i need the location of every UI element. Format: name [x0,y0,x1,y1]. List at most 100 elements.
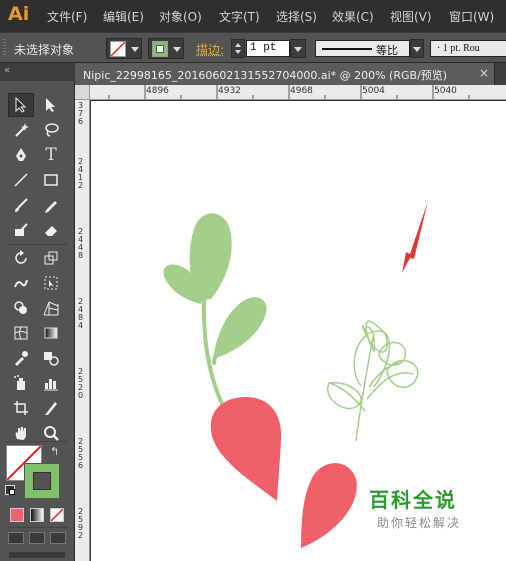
chevron-down-icon [131,47,139,52]
profile-dropdown[interactable] [410,39,424,58]
profile-label: 等比 [376,44,398,57]
app-logo: Ai [8,3,30,25]
tools-panel-header: « [0,63,75,81]
none-mode-button[interactable] [50,508,64,522]
scale-tool[interactable] [38,246,64,270]
ruler-tick-label: 4896 [146,86,169,96]
variable-width-profile[interactable]: 等比 [315,40,410,57]
stroke-weight-stepper[interactable] [231,39,245,58]
leaf-right [213,297,267,359]
draw-behind-icon[interactable] [29,532,45,544]
chevron-down-icon [294,47,302,52]
outline-leaf-a [353,325,391,388]
document-tab-strip: Nipic_22998165_20160602131552704000.ai* … [75,63,506,85]
menu-effect[interactable]: 效果(C) [332,8,374,25]
menu-select[interactable]: 选择(S) [276,8,317,25]
ruler-tick-label: 2 4 8 4 [78,297,84,330]
stroke-swatch [152,41,168,57]
ruler-tick-label: 5004 [362,86,385,96]
ruler-tick-label: 2 5 5 6 [78,437,84,470]
paintbrush-tool[interactable] [8,193,34,217]
fill-none-swatch [110,41,126,57]
direct-selection-tool[interactable] [38,93,64,117]
symbol-sprayer-tool[interactable] [8,371,34,395]
collapse-icon[interactable]: « [4,65,10,76]
tool-divider [6,441,68,442]
blob-brush-tool[interactable] [8,218,34,242]
tool-divider [6,527,68,528]
artboard-tool[interactable] [8,396,34,420]
radish-body [210,397,282,501]
type-tool[interactable]: T [38,143,64,167]
warp-tool[interactable] [8,271,34,295]
profile-line-preview [322,48,372,50]
ruler-origin[interactable] [75,85,90,100]
stroke-swatch-large[interactable] [24,463,60,499]
eyedropper-tool[interactable] [8,346,34,370]
magic-wand-tool[interactable] [8,118,34,142]
fill-control[interactable] [106,38,142,59]
perspective-grid-tool[interactable] [38,296,64,320]
illustrator-window: Ai 文件(F) 编辑(E) 对象(O) 文字(T) 选择(S) 效果(C) 视… [0,0,506,561]
lasso-tool[interactable] [38,118,64,142]
menu-bar: Ai 文件(F) 编辑(E) 对象(O) 文字(T) 选择(S) 效果(C) 视… [0,0,506,32]
pencil-tool[interactable] [38,193,64,217]
swap-colors-icon[interactable]: ↰ [50,445,59,458]
chevron-down-icon [413,47,421,52]
stroke-label[interactable]: 描边: [196,41,224,58]
menu-view[interactable]: 视图(V) [390,8,432,25]
watermark-subtitle: 助你轻松解决 [377,516,462,530]
shape-builder-tool[interactable] [8,296,34,320]
outline-leaf-b [326,382,362,410]
brush-definition[interactable]: · 1 pt. Rou [430,40,506,57]
control-bar: 未选择对象 描边: 1 pt 等比 · 1 pt. Rou [0,32,506,63]
stroke-weight-dropdown[interactable] [290,39,306,58]
eraser-tool[interactable] [38,218,64,242]
free-transform-tool[interactable] [38,271,64,295]
ruler-tick-label: 2 5 9 2 [78,507,84,540]
outline-leaf-d [378,341,406,366]
rectangle-tool[interactable] [38,168,64,192]
menu-edit[interactable]: 编辑(E) [103,8,144,25]
default-colors-icon[interactable] [5,485,15,495]
vertical-ruler[interactable]: 3 7 6 2 4 1 2 2 4 4 8 2 4 8 4 2 5 2 0 2 … [75,100,90,561]
panel-grip[interactable] [3,39,6,57]
gradient-tool[interactable] [38,321,64,345]
menu-window[interactable]: 窗口(W) [449,8,494,25]
ruler-tick-label: 4932 [218,86,241,96]
ruler-tick-label: 4968 [290,86,313,96]
document-title: Nipic_22998165_20160602131552704000.ai* … [83,69,448,82]
ruler-tick-label: 2 4 4 8 [78,227,84,260]
pen-tool[interactable] [8,143,34,167]
tools-panel: « T ↰ [0,63,75,561]
color-mode-button[interactable] [10,508,24,522]
column-graph-tool[interactable] [38,371,64,395]
selection-tool[interactable] [8,93,34,117]
ruler-tick-label: 3 7 6 [78,101,84,126]
draw-normal-icon[interactable] [8,532,24,544]
horizontal-ruler[interactable]: 4896 4932 4968 5004 5040 [90,85,506,100]
filled-radish[interactable] [163,213,282,501]
menu-file[interactable]: 文件(F) [47,8,87,25]
stroke-control[interactable] [148,38,184,59]
selection-status: 未选择对象 [14,43,75,57]
gradient-mode-button[interactable] [30,508,44,522]
chevron-down-icon [173,47,181,52]
tool-divider [6,244,68,245]
draw-inside-icon[interactable] [50,532,66,544]
ruler-tick-label: 2 4 1 2 [78,157,84,190]
ruler-tick-label: 5040 [434,86,457,96]
watermark-title: 百科全说 [369,488,457,512]
menu-object[interactable]: 对象(O) [159,8,202,25]
document-tab[interactable]: Nipic_22998165_20160602131552704000.ai* … [75,63,495,85]
slice-tool[interactable] [38,396,64,420]
mesh-tool[interactable] [8,321,34,345]
rotate-tool[interactable] [8,246,34,270]
red-arrow-annotation [402,201,428,273]
close-icon[interactable]: × [479,66,489,80]
screen-mode-button[interactable] [8,551,66,559]
stroke-weight-input[interactable]: 1 pt [246,40,290,57]
blend-tool[interactable] [38,346,64,370]
line-tool[interactable] [8,168,34,192]
menu-type[interactable]: 文字(T) [219,8,260,25]
